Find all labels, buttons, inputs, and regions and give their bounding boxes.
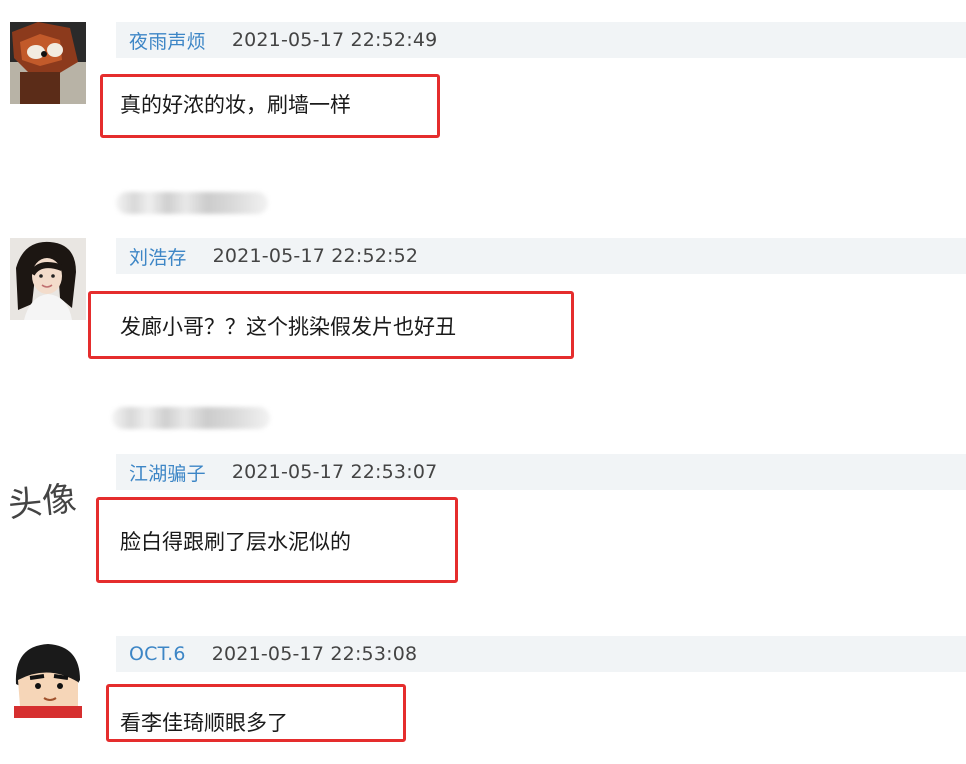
comment-meta-bar: 夜雨声烦 2021-05-17 22:52:49 <box>116 22 966 58</box>
username-link[interactable]: OCT.6 <box>129 643 186 665</box>
timestamp: 2021-05-17 22:53:07 <box>231 461 438 483</box>
username-link[interactable]: 刘浩存 <box>129 243 187 270</box>
timestamp: 2021-05-17 22:53:08 <box>211 643 418 665</box>
highlight-box <box>88 291 574 359</box>
handwritten-avatar-icon[interactable]: 头像 <box>4 455 90 537</box>
highlight-box <box>106 684 406 742</box>
username-link[interactable]: 夜雨声烦 <box>129 27 206 54</box>
comment-meta-bar: 江湖骗子 2021-05-17 22:53:07 <box>116 454 966 490</box>
woman-portrait-avatar-icon[interactable] <box>10 238 86 320</box>
handwritten-avatar-text: 头像 <box>6 479 78 526</box>
timestamp: 2021-05-17 22:52:52 <box>212 245 419 267</box>
highlight-box <box>100 74 440 138</box>
red-panda-avatar-icon[interactable] <box>10 22 86 104</box>
blurred-content <box>112 407 270 429</box>
comment-meta-bar: 刘浩存 2021-05-17 22:52:52 <box>116 238 966 274</box>
blurred-content <box>116 192 268 214</box>
username-link[interactable]: 江湖骗子 <box>129 459 206 486</box>
timestamp: 2021-05-17 22:52:49 <box>231 29 438 51</box>
cartoon-boy-avatar-icon[interactable] <box>10 636 86 718</box>
highlight-box <box>96 497 458 583</box>
comment-meta-bar: OCT.6 2021-05-17 22:53:08 <box>116 636 966 672</box>
